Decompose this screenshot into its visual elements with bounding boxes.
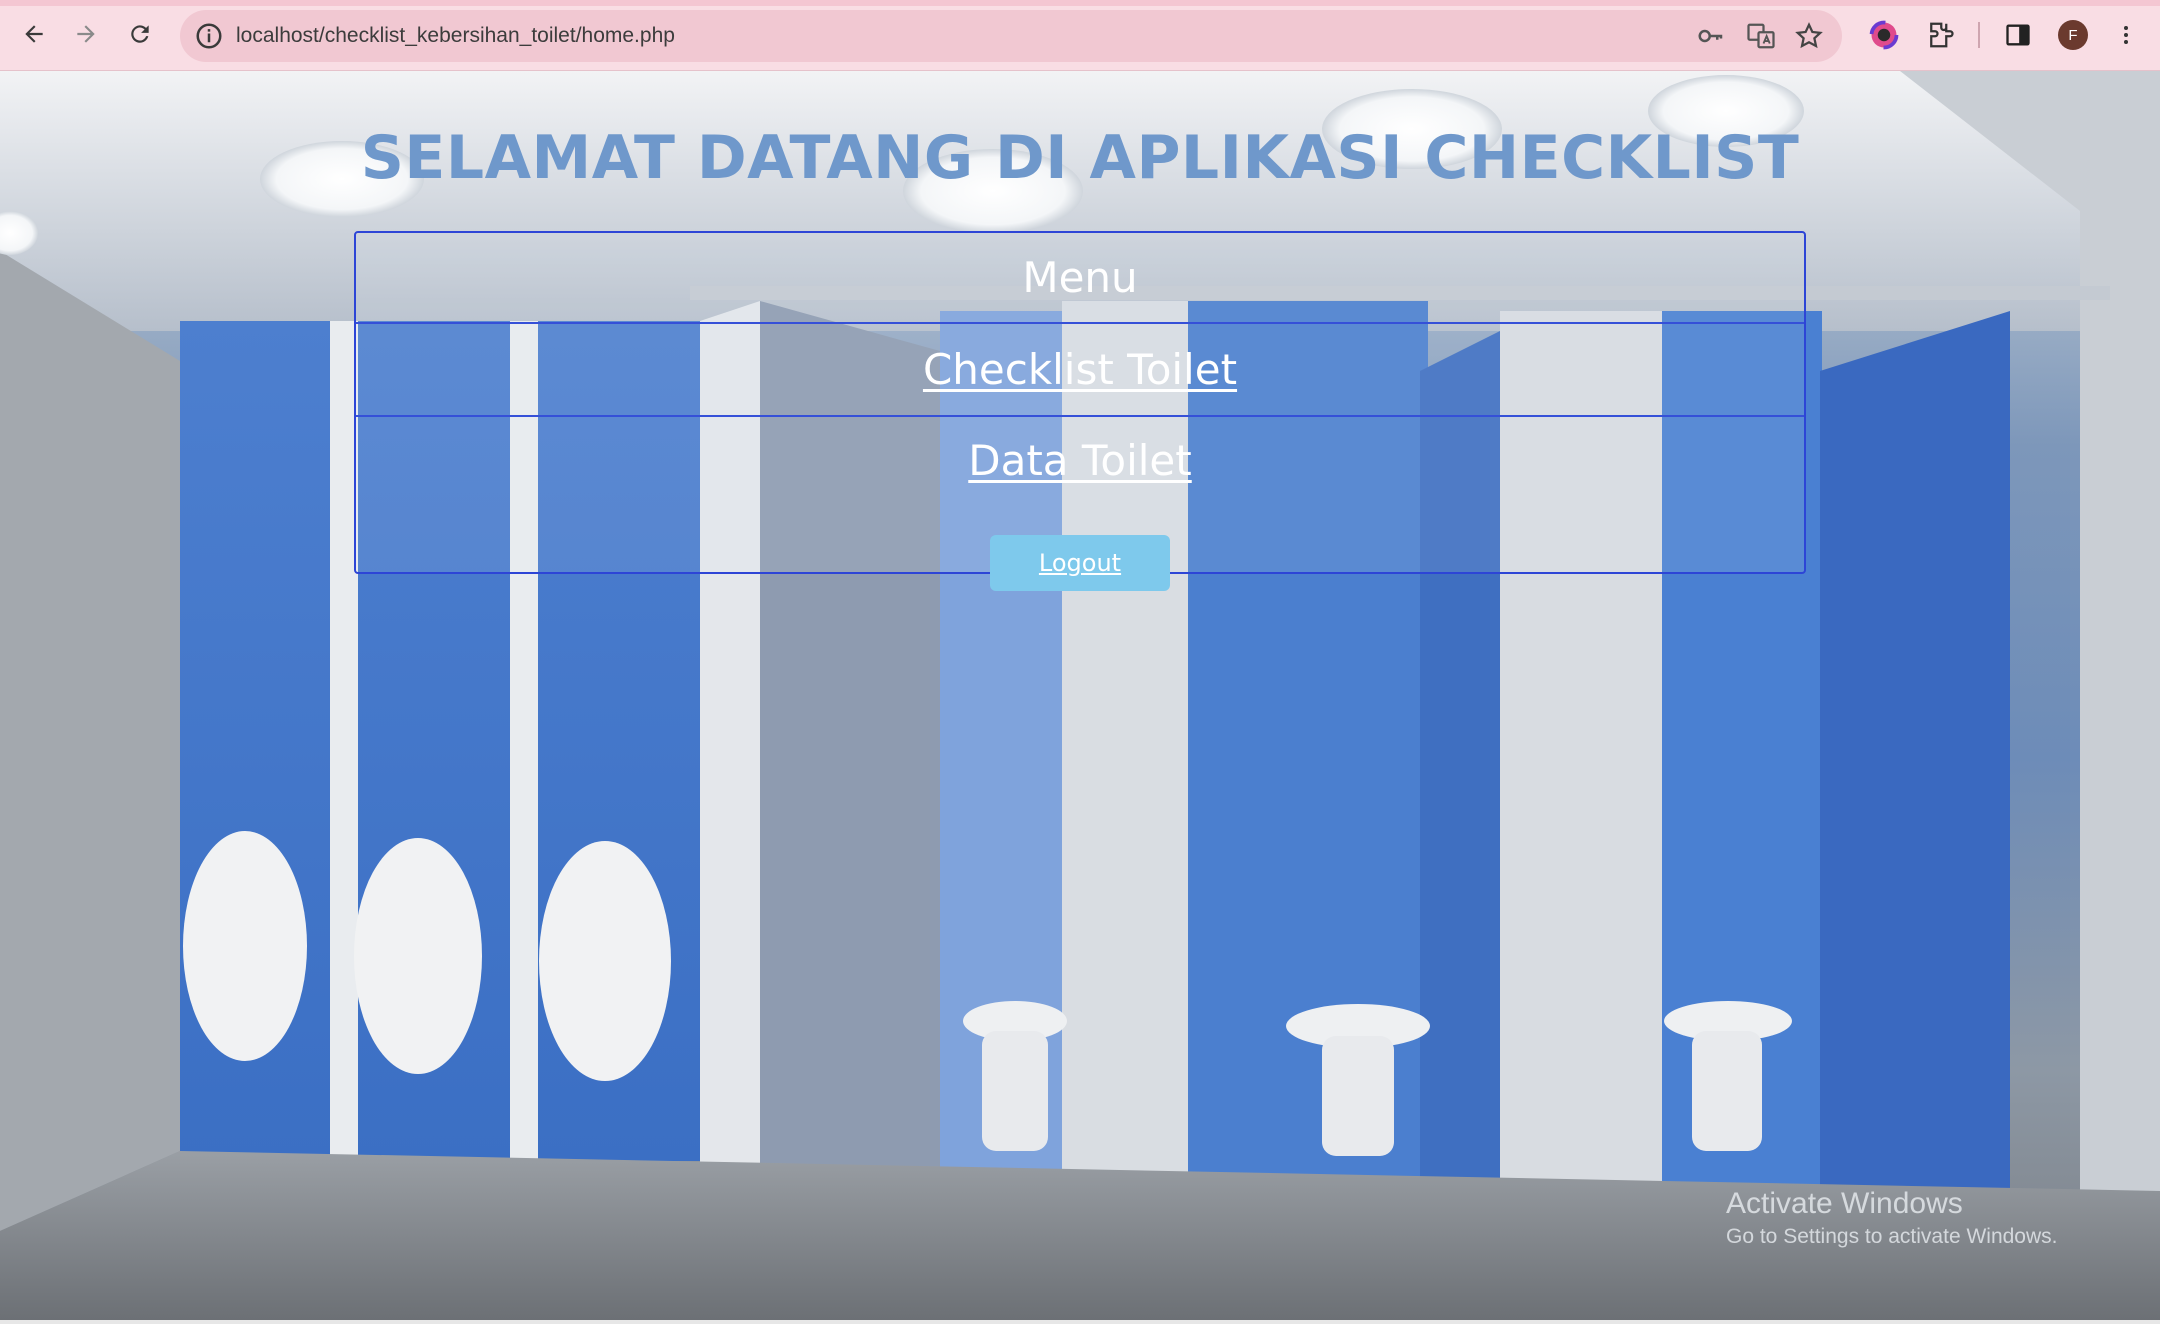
profile-avatar[interactable]: F bbox=[2058, 20, 2088, 50]
site-info-icon[interactable] bbox=[194, 21, 224, 51]
page-viewport: SELAMAT DATANG DI APLIKASI CHECKLIST Men… bbox=[0, 71, 2160, 1320]
browser-toolbar: localhost/checklist_kebersihan_toilet/ho… bbox=[0, 0, 2160, 71]
menu-row-data: Data Toilet bbox=[356, 415, 1804, 507]
checklist-toilet-link[interactable]: Checklist Toilet bbox=[923, 345, 1237, 394]
extensions-puzzle-icon[interactable] bbox=[1922, 17, 1958, 53]
bookmark-star-icon[interactable] bbox=[1794, 21, 1824, 51]
password-key-icon[interactable] bbox=[1696, 21, 1726, 51]
translate-icon[interactable] bbox=[1746, 21, 1776, 51]
address-bar[interactable]: localhost/checklist_kebersihan_toilet/ho… bbox=[180, 10, 1842, 62]
back-button[interactable] bbox=[14, 14, 54, 54]
data-toilet-link[interactable]: Data Toilet bbox=[968, 436, 1192, 485]
toolbar-accent bbox=[0, 0, 2160, 6]
more-menu-icon[interactable] bbox=[2108, 17, 2144, 53]
activate-windows-watermark: Activate Windows Go to Settings to activ… bbox=[1726, 1186, 2058, 1252]
url-text[interactable]: localhost/checklist_kebersihan_toilet/ho… bbox=[236, 10, 675, 62]
page-title: SELAMAT DATANG DI APLIKASI CHECKLIST bbox=[360, 123, 1800, 193]
activate-windows-title: Activate Windows bbox=[1726, 1187, 1963, 1220]
back-icon bbox=[25, 25, 43, 43]
color-extension-icon[interactable] bbox=[1866, 17, 1902, 53]
forward-icon bbox=[77, 25, 95, 43]
menu-table: Menu Checklist Toilet Data Toilet bbox=[354, 231, 1806, 574]
logout-button[interactable]: Logout bbox=[990, 535, 1170, 591]
side-panel-icon[interactable] bbox=[2000, 17, 2036, 53]
forward-button[interactable] bbox=[66, 14, 106, 54]
reload-icon bbox=[131, 25, 149, 43]
toolbar-divider bbox=[1978, 22, 1980, 48]
menu-heading: Menu bbox=[1022, 253, 1138, 302]
window-bottom-edge bbox=[0, 1320, 2160, 1324]
menu-row-checklist: Checklist Toilet bbox=[356, 322, 1804, 417]
activate-windows-subtitle: Go to Settings to activate Windows. bbox=[1726, 1225, 2058, 1248]
reload-button[interactable] bbox=[120, 14, 160, 54]
